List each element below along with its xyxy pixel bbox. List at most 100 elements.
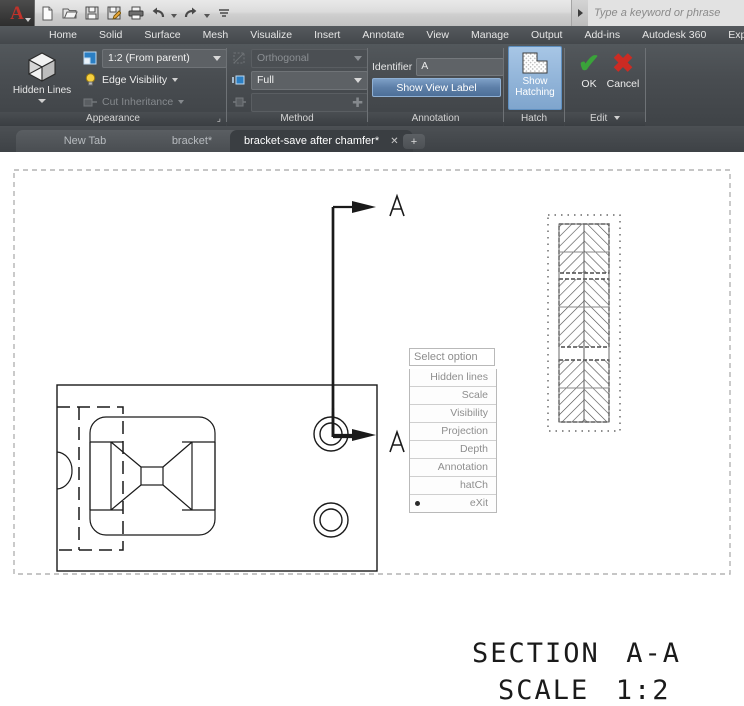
section-line-bottom <box>331 207 355 439</box>
method-orthogonal-value: Orthogonal <box>257 52 309 64</box>
option-exit[interactable]: eXit <box>410 494 496 512</box>
document-tab-bar: New Tab bracket* bracket-save after cham… <box>0 126 744 152</box>
hole-bottom-outer <box>313 502 349 538</box>
dialog-launcher-icon[interactable]: ⌟ <box>217 111 221 125</box>
ribbon-tab-manage[interactable]: Manage <box>460 26 520 44</box>
drawing-svg <box>13 169 731 575</box>
section-arrow-bottom-group <box>333 429 376 441</box>
save-icon[interactable] <box>82 4 101 23</box>
option-depth[interactable]: Depth <box>410 440 496 458</box>
method-depth-value: Full <box>257 74 274 86</box>
new-file-icon[interactable] <box>38 4 57 23</box>
command-option-panel[interactable]: Select option Hidden lines Scale Visibil… <box>409 348 497 513</box>
command-prompt-input[interactable]: Select option <box>409 348 495 366</box>
hidden-lines-button[interactable]: Hidden Lines <box>8 48 76 103</box>
redo-icon[interactable] <box>181 4 200 23</box>
option-visibility[interactable]: Visibility <box>410 404 496 422</box>
section-title-line-1[interactable]: SECTION A-A <box>472 638 681 669</box>
boss-rounded-rect <box>89 416 216 536</box>
plate-outline <box>56 384 378 572</box>
drawing-canvas[interactable]: SECTION A-A SCALE 1:2 Select option Hidd… <box>0 152 744 706</box>
option-scale[interactable]: Scale <box>410 386 496 404</box>
cancel-label: Cancel <box>606 78 640 90</box>
hole-bottom-inner <box>319 508 343 532</box>
close-icon[interactable]: ✕ <box>390 136 398 147</box>
bowtie-left-edges <box>90 441 123 511</box>
new-tab-button[interactable]: + <box>403 134 425 149</box>
undo-icon[interactable] <box>148 4 167 23</box>
panel-hatch-label: Hatch <box>504 112 564 126</box>
ribbon-tab-view[interactable]: View <box>415 26 460 44</box>
ribbon-tab-mesh[interactable]: Mesh <box>192 26 240 44</box>
autocad-logo-icon: A <box>10 2 24 24</box>
title-bar: A Type a keyword or phrase <box>0 0 744 27</box>
customize-qat-icon[interactable] <box>214 4 233 23</box>
ribbon-tab-annotate[interactable]: Annotate <box>351 26 415 44</box>
plot-print-icon[interactable] <box>126 4 145 23</box>
identifier-input[interactable]: A <box>416 58 505 76</box>
redo-dropdown-icon[interactable] <box>204 14 210 18</box>
section-hatch-left-3 <box>559 360 584 422</box>
chevron-down-icon[interactable] <box>38 99 46 103</box>
ribbon-tab-express-tools[interactable]: Express Tools <box>717 26 744 44</box>
chevron-right-icon <box>577 9 583 17</box>
show-hatching-button[interactable]: Show Hatching <box>508 46 562 110</box>
ribbon-tab-insert[interactable]: Insert <box>303 26 351 44</box>
ribbon-tab-solid[interactable]: Solid <box>88 26 133 44</box>
cut-inheritance-button[interactable]: Cut Inheritance <box>82 93 185 111</box>
base-view-bracket[interactable] <box>56 384 378 572</box>
panel-appearance-label: Appearance ⌟ <box>0 112 226 126</box>
panel-appearance-title: Appearance <box>86 113 140 124</box>
panel-annotation-label: Annotation <box>368 112 503 126</box>
document-tab-bracket-save-after-chamfer[interactable]: bracket-save after chamfer* ✕ <box>230 130 413 152</box>
cancel-button[interactable]: ✖ Cancel <box>601 48 645 90</box>
option-hidden-lines[interactable]: Hidden lines <box>410 369 496 386</box>
section-hatch-left-2 <box>559 279 584 347</box>
scale-combo[interactable]: 1:2 (From parent) <box>102 48 227 68</box>
search-input[interactable]: Type a keyword or phrase <box>588 0 744 26</box>
command-option-list[interactable]: Hidden lines Scale Visibility Projection… <box>409 369 497 513</box>
open-folder-icon[interactable] <box>60 4 79 23</box>
selected-bullet-icon <box>415 501 420 506</box>
cube-icon <box>25 50 59 84</box>
option-hatch[interactable]: hatCh <box>410 476 496 494</box>
option-projection[interactable]: Projection <box>410 422 496 440</box>
identifier-label: Identifier <box>372 61 413 73</box>
document-tab-label: bracket-save after chamfer* <box>244 135 380 147</box>
panel-annotation: Identifier A Show View Label Annotation <box>368 44 505 126</box>
section-marker-top-glyph <box>389 193 405 217</box>
panel-hatch: Show Hatching Hatch <box>504 44 564 126</box>
ribbon-tab-visualize[interactable]: Visualize <box>239 26 303 44</box>
show-view-label-button[interactable]: Show View Label <box>372 78 501 97</box>
method-depth-combo[interactable]: Full <box>251 70 368 90</box>
section-line[interactable] <box>331 201 376 437</box>
ribbon-tab-autodesk360[interactable]: Autodesk 360 <box>631 26 717 44</box>
section-arrow-bottom <box>352 429 376 441</box>
bowtie-center-square <box>140 466 164 486</box>
search-expand-button[interactable] <box>571 0 588 26</box>
show-hatching-label-1: Show <box>522 76 548 87</box>
chevron-down-icon[interactable] <box>614 116 620 121</box>
section-line-full-run <box>331 207 355 439</box>
panel-edit: ✔ OK ✖ Cancel Edit <box>565 44 645 126</box>
save-as-icon[interactable] <box>104 4 123 23</box>
ribbon-tab-home[interactable]: Home <box>38 26 88 44</box>
application-menu-button[interactable]: A <box>0 0 35 26</box>
ribbon-tab-surface[interactable]: Surface <box>133 26 191 44</box>
section-title-line-2[interactable]: SCALE 1:2 <box>498 675 671 706</box>
layout-viewport-border <box>13 169 731 575</box>
search-area: Type a keyword or phrase <box>571 0 744 26</box>
section-view[interactable] <box>547 214 621 432</box>
left-arc <box>56 451 73 490</box>
ribbon-tab-addins[interactable]: Add-ins <box>573 26 631 44</box>
orthogonal-icon <box>231 50 247 66</box>
cut-inheritance-icon <box>82 94 98 110</box>
lightbulb-icon <box>82 72 98 88</box>
panel-appearance: Hidden Lines 1:2 (From parent) Edge Visi… <box>0 44 227 126</box>
option-annotation[interactable]: Annotation <box>410 458 496 476</box>
depth-distance-icon <box>231 94 247 110</box>
ribbon-tab-output[interactable]: Output <box>520 26 574 44</box>
undo-dropdown-icon[interactable] <box>171 14 177 18</box>
section-hatch-right-3 <box>584 360 609 422</box>
edge-visibility-button[interactable]: Edge Visibility <box>82 71 179 89</box>
